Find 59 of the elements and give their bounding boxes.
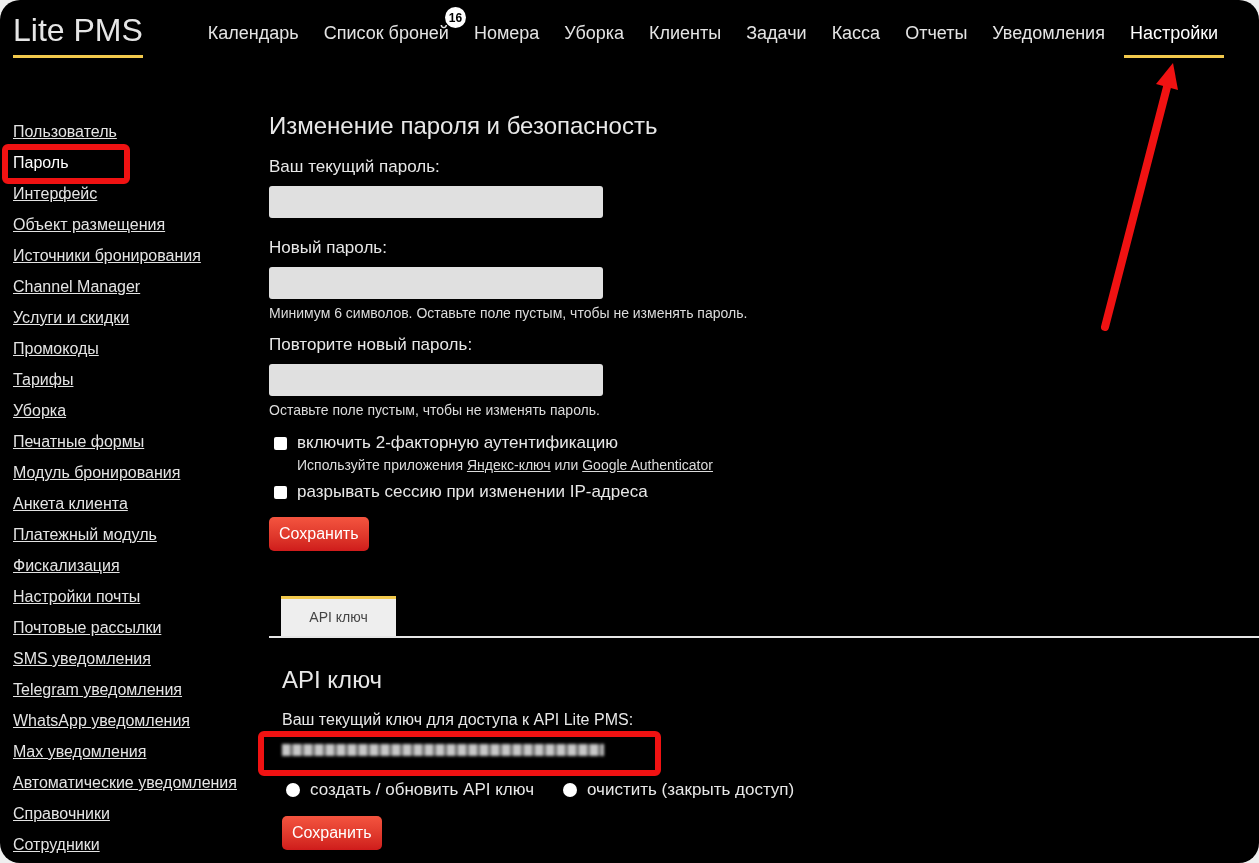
section-title: Изменение пароля и безопасность <box>269 111 659 141</box>
nav-link[interactable]: Задачи <box>746 0 807 58</box>
nav-link[interactable]: Касса <box>831 0 881 58</box>
save-button[interactable]: Сохранить <box>269 517 369 551</box>
sidebar-link[interactable]: Промокоды <box>13 339 99 358</box>
sidebar-link[interactable]: Фискализация <box>13 556 120 575</box>
app-link[interactable]: Google Authenticator <box>582 457 713 473</box>
radio-button[interactable] <box>563 783 578 797</box>
sidebar-link[interactable]: Уборка <box>13 401 67 420</box>
sidebar-link[interactable]: Настройки почты <box>13 587 141 606</box>
sidebar-link[interactable]: Справочники <box>13 804 110 823</box>
key-label: Ваш текущий ключ для доступа к API Lite PMS: <box>282 711 635 729</box>
sidebar-link[interactable]: Источники бронирования <box>13 246 201 265</box>
option-label: очистить (закрыть доступ) <box>587 779 795 801</box>
section-title: API ключ <box>282 665 384 695</box>
sidebar-link[interactable]: Модуль бронирования <box>13 463 181 482</box>
field-label: Ваш текущий пароль: <box>269 156 441 178</box>
sidebar-link[interactable]: Услуги и скидки <box>13 308 130 327</box>
field-hint: Оставьте поле пустым, чтобы не изменять пароль. <box>269 401 601 419</box>
sidebar-link[interactable]: Тарифы <box>13 370 74 389</box>
sidebar-link[interactable]: Платежный модуль <box>13 525 157 544</box>
app-hint: Используйте приложения Яндекс-ключ или Google Authenticator <box>297 456 714 474</box>
password-field[interactable] <box>269 364 603 396</box>
sidebar-link[interactable]: WhatsApp уведомления <box>13 711 191 730</box>
nav-link[interactable]: Настройки <box>1123 0 1225 58</box>
sidebar-link[interactable]: Интерфейс <box>13 184 98 203</box>
logo[interactable]: Lite PMS <box>13 0 143 58</box>
nav-link[interactable]: Номера <box>473 0 540 58</box>
nav-link[interactable]: Уведомления <box>992 0 1105 58</box>
nav-link[interactable]: Отчеты <box>905 0 968 58</box>
option-label: разрывать сессию при изменении IP-адреса <box>297 481 648 503</box>
sidebar-link[interactable]: Channel Manager <box>13 277 141 296</box>
nav-link[interactable]: Уборка <box>564 0 624 58</box>
sidebar-link[interactable]: Пользователь <box>13 122 117 141</box>
sidebar-link[interactable]: Telegram уведомления <box>13 680 183 699</box>
nav-link[interactable]: Клиенты <box>649 0 722 58</box>
sidebar-link[interactable]: Пароль <box>13 153 69 172</box>
sidebar-link[interactable]: SMS уведомления <box>13 649 151 668</box>
field-label: Новый пароль: <box>269 237 388 259</box>
option-label: включить 2-факторную аутентификацию <box>297 432 618 454</box>
option-label: создать / обновить API ключ <box>310 779 535 801</box>
field-hint: Минимум 6 символов. Оставьте поле пустым, чтобы не изменять пароль. <box>269 304 749 322</box>
password-field[interactable] <box>269 267 603 299</box>
checkbox[interactable] <box>274 485 287 499</box>
save-button[interactable]: Сохранить <box>282 816 382 850</box>
sidebar-link[interactable]: Анкета клиента <box>13 494 128 513</box>
app-link[interactable]: Яндекс-ключ <box>466 457 551 473</box>
sidebar-link[interactable]: Автоматические уведомления <box>13 773 237 792</box>
nav-link[interactable]: Календарь <box>207 0 299 58</box>
sidebar-link[interactable]: Почтовые рассылки <box>13 618 162 637</box>
radio-button[interactable] <box>286 783 300 797</box>
sidebar-link[interactable]: Объект размещения <box>13 215 166 234</box>
field-label: Повторите новый пароль: <box>269 334 474 356</box>
checkbox[interactable] <box>274 436 287 450</box>
sidebar-link[interactable]: Max уведомления <box>13 742 147 761</box>
password-field[interactable] <box>269 186 603 218</box>
tab[interactable]: API ключ <box>281 596 396 636</box>
sidebar-link[interactable]: Печатные формы <box>13 432 145 451</box>
sidebar-link[interactable]: Сотрудники <box>13 835 100 854</box>
